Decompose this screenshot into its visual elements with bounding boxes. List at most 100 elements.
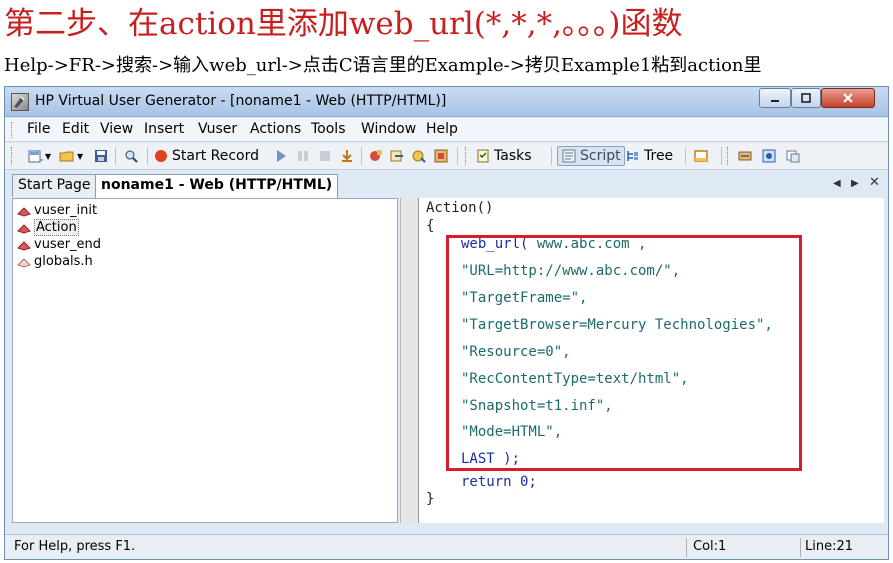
menu-view[interactable]: View [100, 121, 133, 137]
tree-item-label: Action [34, 219, 79, 236]
stop-button[interactable] [317, 146, 333, 166]
step-icon [390, 150, 403, 162]
menu-insert[interactable]: Insert [144, 121, 184, 137]
open-folder-icon [59, 151, 74, 162]
title-bar[interactable]: HP Virtual User Generator - [noname1 - W… [5, 87, 888, 117]
transaction-button[interactable] [737, 146, 753, 166]
run-button[interactable] [273, 146, 289, 166]
save-icon [95, 150, 107, 162]
start-record-label: Start Record [172, 148, 260, 164]
settings-icon [434, 149, 448, 163]
runtime-settings-button[interactable] [433, 146, 449, 166]
menu-file[interactable]: File [27, 121, 50, 137]
tutorial-heading: 第二步、在action里添加web_url(*,*,*,。。。)函数 [4, 6, 683, 42]
tree-item-globals[interactable]: globals.h [17, 253, 93, 270]
menu-edit[interactable]: Edit [62, 121, 89, 137]
main-toolbar: ▼ ▼ Start Record Tasks Script Tree [5, 143, 888, 170]
close-button[interactable] [821, 88, 875, 108]
tab-close-icon[interactable]: ✕ [869, 175, 880, 190]
toolbar-grip[interactable] [11, 147, 14, 165]
status-divider [800, 538, 801, 557]
tasks-button[interactable]: Tasks [475, 146, 532, 166]
save-button[interactable] [93, 146, 109, 166]
pause-button[interactable] [295, 146, 311, 166]
compile-button[interactable] [339, 146, 355, 166]
status-divider [686, 538, 687, 557]
tab-scroll-right-icon[interactable]: ▶ [851, 178, 859, 189]
menu-tools[interactable]: Tools [311, 121, 346, 137]
step-button[interactable] [389, 146, 405, 166]
tree-view-button[interactable]: Tree [625, 146, 673, 166]
maximize-icon [801, 93, 811, 103]
pane-splitter[interactable] [400, 198, 418, 523]
status-column: Col:1 [693, 539, 727, 554]
comment-icon [786, 150, 800, 163]
breakpoint-icon [370, 150, 382, 161]
tree-item-label: vuser_end [34, 237, 102, 252]
new-script-button[interactable]: ▼ [27, 146, 51, 166]
toolbar-grip[interactable] [727, 147, 730, 165]
status-help: For Help, press F1. [14, 539, 136, 554]
menu-bar: File Edit View Insert Vuser Actions Tool… [5, 118, 888, 142]
menu-window[interactable]: Window [361, 121, 416, 137]
app-icon [11, 93, 29, 111]
find-button[interactable] [123, 146, 139, 166]
tasks-icon [477, 149, 489, 163]
breakpoint-button[interactable] [367, 146, 383, 166]
play-icon [277, 150, 286, 162]
menu-actions[interactable]: Actions [250, 121, 301, 137]
toolbar-grip[interactable] [465, 147, 468, 165]
code-line: Action() [426, 200, 494, 216]
tree-item-label: vuser_init [34, 203, 98, 218]
toolbar-separator [721, 147, 722, 165]
script-view-label: Script [580, 148, 621, 164]
minimize-icon [771, 100, 779, 102]
action-icon [17, 206, 31, 217]
compile-icon [342, 150, 352, 162]
script-view-icon [562, 149, 576, 163]
menu-vuser[interactable]: Vuser [198, 121, 237, 137]
toolbar-separator [457, 147, 458, 165]
code-line: } [426, 491, 435, 507]
search-icon [125, 150, 138, 163]
action-icon [17, 240, 31, 251]
script-view-button[interactable]: Script [557, 146, 625, 166]
menu-grip[interactable] [11, 122, 14, 138]
tab-start-page[interactable]: Start Page [12, 174, 97, 197]
vugen-window: HP Virtual User Generator - [noname1 - W… [4, 86, 889, 560]
stop-icon [320, 151, 330, 161]
transaction-icon [738, 151, 752, 161]
rendezvous-button[interactable] [761, 146, 777, 166]
toolbar-separator [147, 147, 148, 165]
script-editor[interactable]: Action() { web_url( www.abc.com , "URL=h… [418, 198, 884, 523]
rendezvous-icon [762, 149, 776, 163]
open-button[interactable]: ▼ [59, 146, 83, 166]
header-file-icon [17, 257, 31, 268]
run-to-cursor-button[interactable] [411, 146, 427, 166]
toolbar-separator [685, 147, 686, 165]
window-title: HP Virtual User Generator - [noname1 - W… [35, 93, 447, 109]
minimize-button[interactable] [759, 88, 791, 108]
output-window-icon [694, 150, 708, 162]
code-line: { [426, 218, 435, 234]
toolbar-separator [551, 147, 552, 165]
output-window-button[interactable] [693, 146, 709, 166]
start-record-button[interactable]: Start Record [153, 146, 259, 166]
toolbar-separator [361, 147, 362, 165]
tab-noname1[interactable]: noname1 - Web (HTTP/HTML) [95, 174, 339, 198]
run-to-cursor-icon [412, 150, 426, 163]
document-tabs: Start Page noname1 - Web (HTTP/HTML) ◀ ▶… [5, 171, 888, 198]
close-icon [843, 93, 853, 103]
record-icon [155, 150, 167, 162]
new-script-icon [28, 150, 43, 163]
tab-scroll-left-icon[interactable]: ◀ [833, 178, 841, 189]
tree-item-vuser-end[interactable]: vuser_end [17, 236, 101, 253]
status-line: Line:21 [805, 539, 854, 554]
action-icon [17, 223, 31, 234]
code-line: return 0; [461, 474, 537, 490]
comment-button[interactable] [785, 146, 801, 166]
maximize-button[interactable] [791, 88, 821, 108]
tree-item-vuser-init[interactable]: vuser_init [17, 202, 97, 219]
menu-help[interactable]: Help [426, 121, 458, 137]
tree-item-action[interactable]: Action [17, 219, 79, 236]
